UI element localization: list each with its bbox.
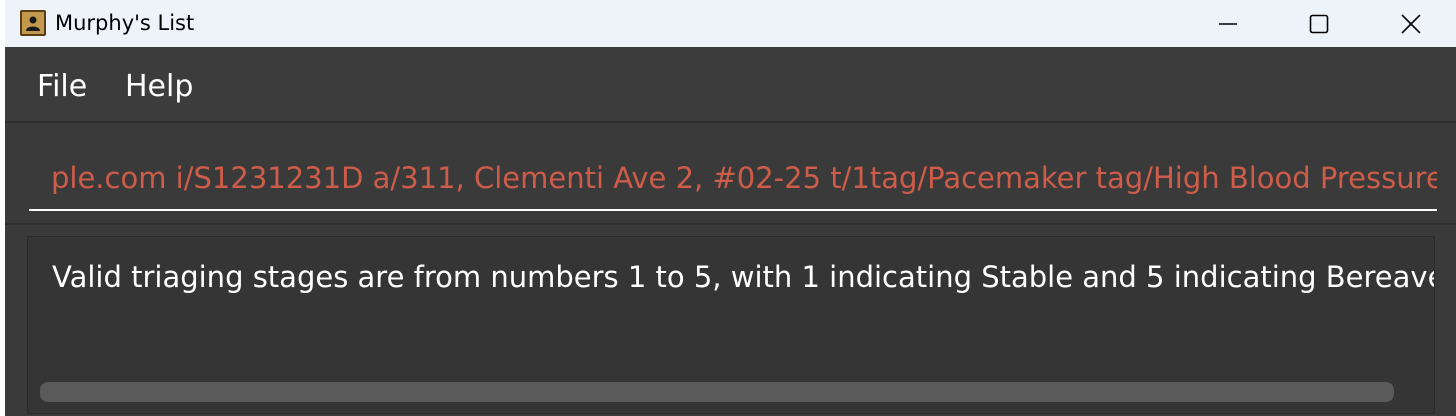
menu-help[interactable]: Help <box>125 69 193 105</box>
minimize-icon <box>1219 22 1237 25</box>
scrollbar-thumb[interactable] <box>40 382 1394 402</box>
divider <box>5 223 1456 225</box>
maximize-button[interactable] <box>1273 0 1365 47</box>
horizontal-scrollbar[interactable] <box>40 382 1396 404</box>
menu-bar: File Help <box>5 51 1456 121</box>
result-display: Valid triaging stages are from numbers 1… <box>27 236 1435 414</box>
result-display-pane: Valid triaging stages are from numbers 1… <box>5 226 1456 416</box>
menu-file[interactable]: File <box>37 69 87 105</box>
result-message: Valid triaging stages are from numbers 1… <box>52 260 1435 294</box>
command-input[interactable] <box>29 147 1437 211</box>
title-bar[interactable]: Murphy's List <box>5 0 1456 47</box>
maximize-icon <box>1309 14 1329 33</box>
command-box-pane <box>5 123 1456 223</box>
app-window: Murphy's List File Help Valid triaging <box>5 0 1456 416</box>
minimize-button[interactable] <box>1182 0 1274 47</box>
window-title: Murphy's List <box>55 11 195 35</box>
close-icon <box>1401 13 1421 34</box>
close-button[interactable] <box>1365 0 1456 47</box>
app-contact-icon <box>20 10 46 36</box>
